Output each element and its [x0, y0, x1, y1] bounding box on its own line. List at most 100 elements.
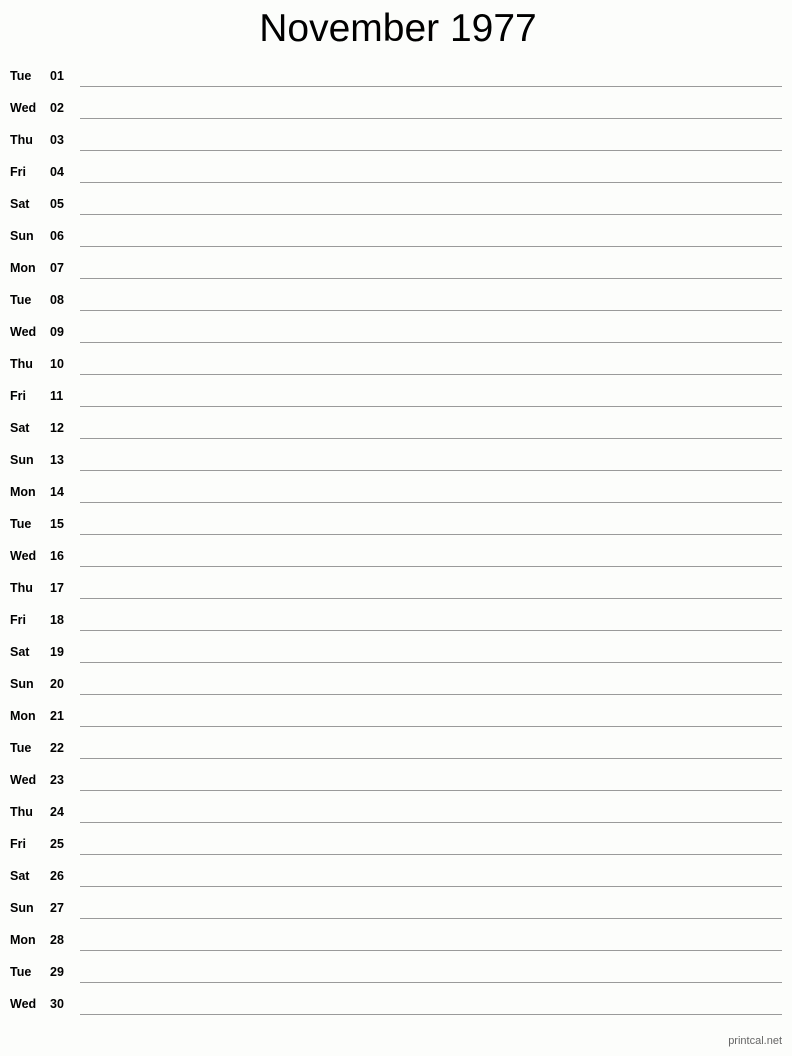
day-of-week: Wed [10, 325, 37, 339]
day-row: Sun 13 [0, 444, 792, 476]
day-number: 19 [50, 645, 64, 659]
day-row: Tue 15 [0, 508, 792, 540]
day-row: Thu 03 [0, 124, 792, 156]
day-of-week: Tue [10, 517, 32, 531]
day-row: Sun 27 [0, 892, 792, 924]
day-row: Sat 12 [0, 412, 792, 444]
day-number: 15 [50, 517, 64, 531]
writing-line [80, 726, 782, 727]
day-number: 09 [50, 325, 64, 339]
day-row: Thu 10 [0, 348, 792, 380]
day-number: 23 [50, 773, 64, 787]
day-of-week: Fri [10, 837, 26, 851]
day-row: Fri 11 [0, 380, 792, 412]
writing-line [80, 598, 782, 599]
day-row: Sun 20 [0, 668, 792, 700]
day-of-week: Sat [10, 421, 30, 435]
day-row: Mon 14 [0, 476, 792, 508]
day-number: 14 [50, 485, 64, 499]
day-of-week: Fri [10, 389, 26, 403]
day-number: 01 [50, 69, 64, 83]
day-list: Tue 01 Wed 02 Thu 03 Fri 04 Sat 05 Sun 06 Mon 07 Tue 08… [0, 60, 792, 1020]
writing-line [80, 374, 782, 375]
day-row: Wed 30 [0, 988, 792, 1020]
writing-line [80, 662, 782, 663]
day-of-week: Sun [10, 901, 34, 915]
day-of-week: Sat [10, 869, 30, 883]
day-row: Thu 17 [0, 572, 792, 604]
day-row: Mon 28 [0, 924, 792, 956]
day-number: 30 [50, 997, 64, 1011]
writing-line [80, 214, 782, 215]
day-number: 18 [50, 613, 64, 627]
day-number: 28 [50, 933, 64, 947]
writing-line [80, 342, 782, 343]
writing-line [80, 150, 782, 151]
day-row: Sun 06 [0, 220, 792, 252]
day-row: Fri 04 [0, 156, 792, 188]
writing-line [80, 438, 782, 439]
day-of-week: Wed [10, 773, 37, 787]
day-of-week: Thu [10, 581, 33, 595]
day-number: 04 [50, 165, 64, 179]
day-number: 16 [50, 549, 64, 563]
writing-line [80, 1014, 782, 1015]
day-row: Sat 19 [0, 636, 792, 668]
day-of-week: Sun [10, 229, 34, 243]
writing-line [80, 502, 782, 503]
writing-line [80, 470, 782, 471]
day-of-week: Wed [10, 549, 37, 563]
writing-line [80, 534, 782, 535]
day-of-week: Tue [10, 965, 32, 979]
writing-line [80, 822, 782, 823]
writing-line [80, 630, 782, 631]
day-number: 12 [50, 421, 64, 435]
day-number: 20 [50, 677, 64, 691]
day-of-week: Tue [10, 69, 32, 83]
footer-credit: printcal.net [728, 1035, 782, 1047]
day-row: Sat 26 [0, 860, 792, 892]
day-number: 08 [50, 293, 64, 307]
day-number: 27 [50, 901, 64, 915]
day-number: 17 [50, 581, 64, 595]
writing-line [80, 886, 782, 887]
day-of-week: Fri [10, 165, 26, 179]
writing-line [80, 758, 782, 759]
day-of-week: Tue [10, 293, 32, 307]
writing-line [80, 982, 782, 983]
day-of-week: Wed [10, 101, 37, 115]
day-row: Thu 24 [0, 796, 792, 828]
day-number: 03 [50, 133, 64, 147]
day-number: 26 [50, 869, 64, 883]
day-number: 05 [50, 197, 64, 211]
writing-line [80, 310, 782, 311]
day-row: Fri 18 [0, 604, 792, 636]
writing-line [80, 278, 782, 279]
writing-line [80, 566, 782, 567]
day-number: 25 [50, 837, 64, 851]
day-number: 22 [50, 741, 64, 755]
day-row: Sat 05 [0, 188, 792, 220]
day-row: Wed 02 [0, 92, 792, 124]
writing-line [80, 118, 782, 119]
writing-line [80, 86, 782, 87]
day-number: 11 [50, 389, 64, 403]
day-of-week: Wed [10, 997, 37, 1011]
day-row: Mon 07 [0, 252, 792, 284]
day-row: Tue 22 [0, 732, 792, 764]
writing-line [80, 918, 782, 919]
day-row: Mon 21 [0, 700, 792, 732]
day-row: Fri 25 [0, 828, 792, 860]
page-title: November 1977 [259, 7, 537, 50]
day-row: Tue 08 [0, 284, 792, 316]
day-of-week: Sat [10, 197, 30, 211]
day-of-week: Thu [10, 805, 33, 819]
writing-line [80, 246, 782, 247]
day-row: Tue 01 [0, 60, 792, 92]
writing-line [80, 854, 782, 855]
day-of-week: Mon [10, 261, 36, 275]
day-of-week: Fri [10, 613, 26, 627]
day-of-week: Thu [10, 133, 33, 147]
day-of-week: Sun [10, 453, 34, 467]
writing-line [80, 406, 782, 407]
